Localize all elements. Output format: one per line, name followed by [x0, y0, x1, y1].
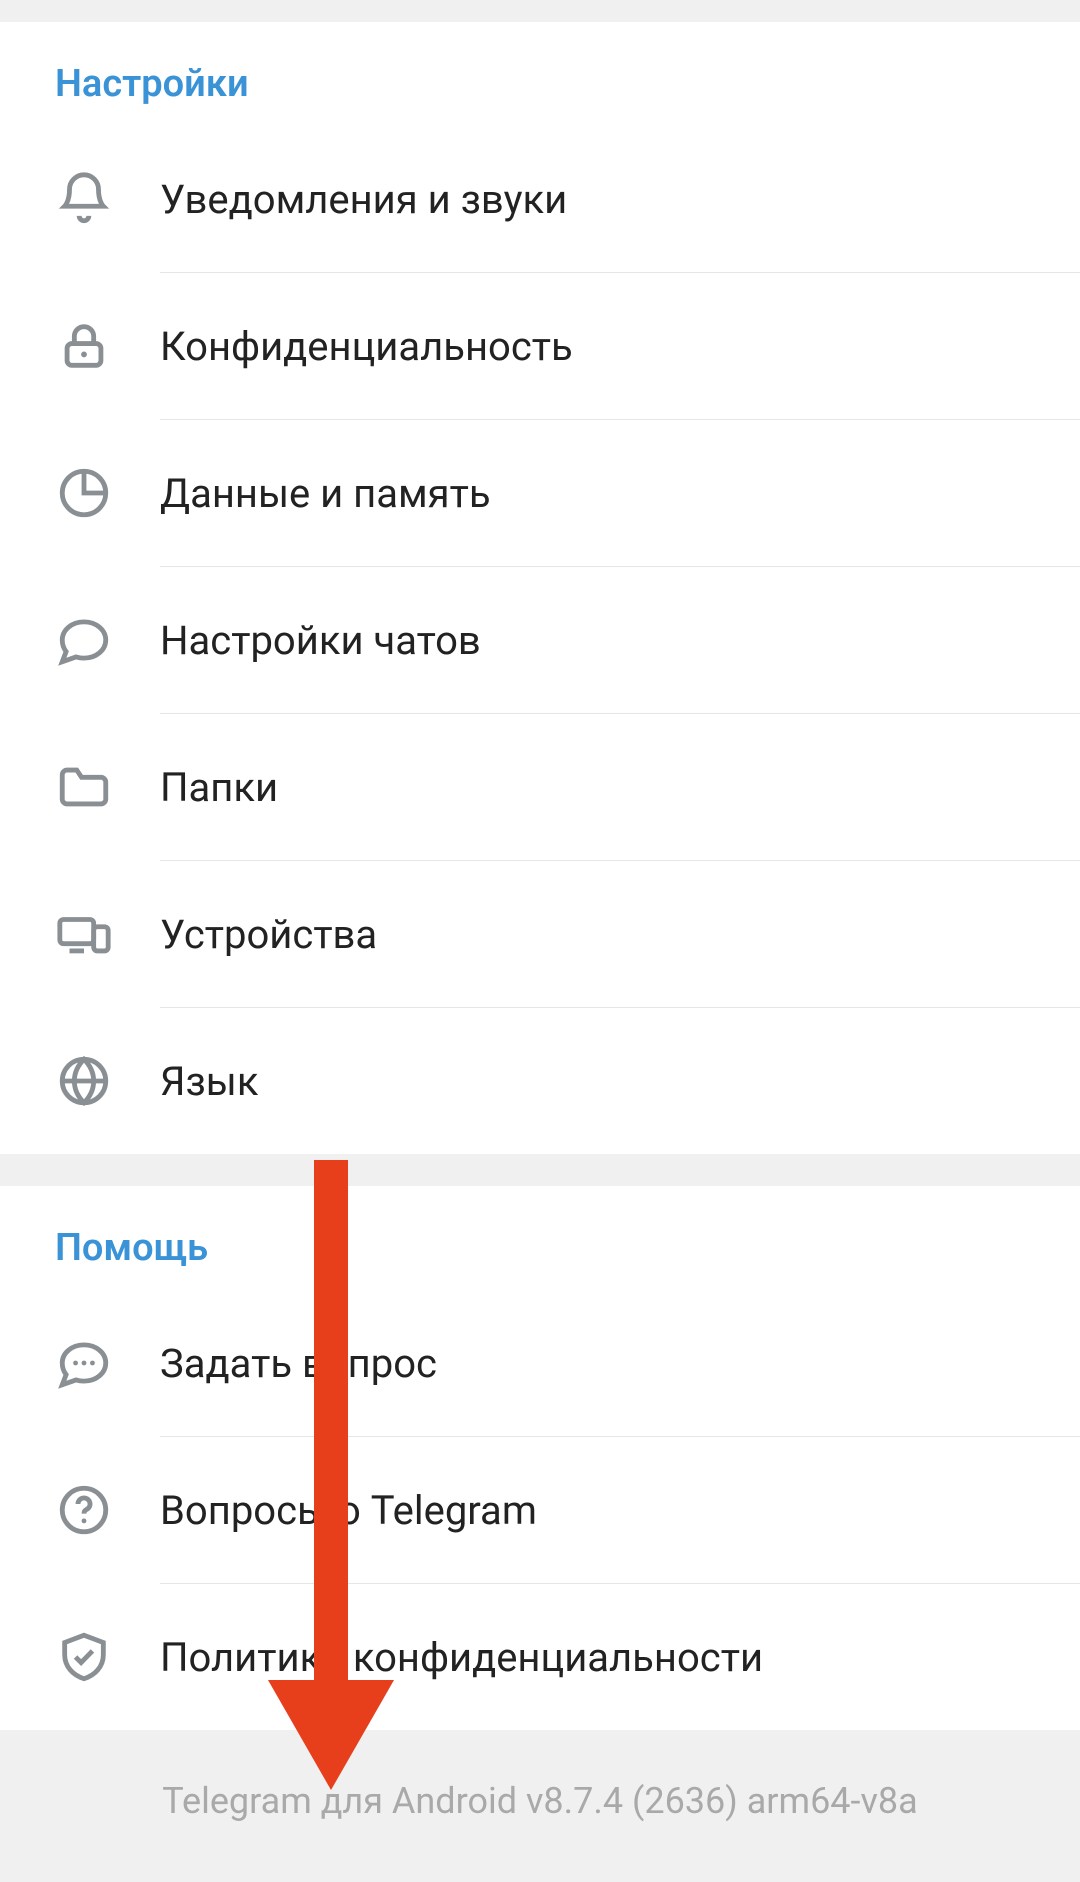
help-section-title: Помощь — [0, 1186, 1080, 1290]
devices-icon — [55, 905, 160, 963]
settings-item-label: Уведомления и звуки — [160, 176, 1025, 223]
help-item-faq[interactable]: Вопросы о Telegram — [0, 1437, 1080, 1583]
settings-item-label: Настройки чатов — [160, 617, 1025, 664]
settings-section-title: Настройки — [0, 22, 1080, 126]
app-version-footer[interactable]: Telegram для Android v8.7.4 (2636) arm64… — [0, 1730, 1080, 1882]
globe-icon — [55, 1052, 160, 1110]
lock-icon — [55, 317, 160, 375]
folder-icon — [55, 758, 160, 816]
help-item-privacy-policy[interactable]: Политика конфиденциальности — [0, 1584, 1080, 1730]
settings-section: Настройки Уведомления и звуки Конфиденци… — [0, 22, 1080, 1154]
shield-check-icon — [55, 1628, 160, 1686]
settings-item-devices[interactable]: Устройства — [0, 861, 1080, 1007]
section-gap — [0, 1154, 1080, 1186]
settings-item-folders[interactable]: Папки — [0, 714, 1080, 860]
app-version-text: Telegram для Android v8.7.4 (2636) arm64… — [162, 1780, 918, 1822]
top-gap — [0, 0, 1080, 22]
bell-icon — [55, 170, 160, 228]
chat-dots-icon — [55, 1334, 160, 1392]
settings-item-label: Данные и память — [160, 470, 1025, 517]
settings-item-chat-settings[interactable]: Настройки чатов — [0, 567, 1080, 713]
help-item-label: Вопросы о Telegram — [160, 1487, 1025, 1534]
chat-icon — [55, 611, 160, 669]
settings-item-data-storage[interactable]: Данные и память — [0, 420, 1080, 566]
question-icon — [55, 1481, 160, 1539]
pie-icon — [55, 464, 160, 522]
help-item-ask-question[interactable]: Задать вопрос — [0, 1290, 1080, 1436]
settings-item-notifications[interactable]: Уведомления и звуки — [0, 126, 1080, 272]
settings-item-label: Устройства — [160, 911, 1025, 958]
help-item-label: Задать вопрос — [160, 1340, 1025, 1387]
settings-item-language[interactable]: Язык — [0, 1008, 1080, 1154]
settings-item-label: Конфиденциальность — [160, 323, 1025, 370]
help-item-label: Политика конфиденциальности — [160, 1634, 1025, 1681]
settings-item-label: Язык — [160, 1058, 1025, 1105]
settings-item-label: Папки — [160, 764, 1025, 811]
settings-item-privacy[interactable]: Конфиденциальность — [0, 273, 1080, 419]
help-section: Помощь Задать вопрос Вопросы о Telegram … — [0, 1186, 1080, 1730]
